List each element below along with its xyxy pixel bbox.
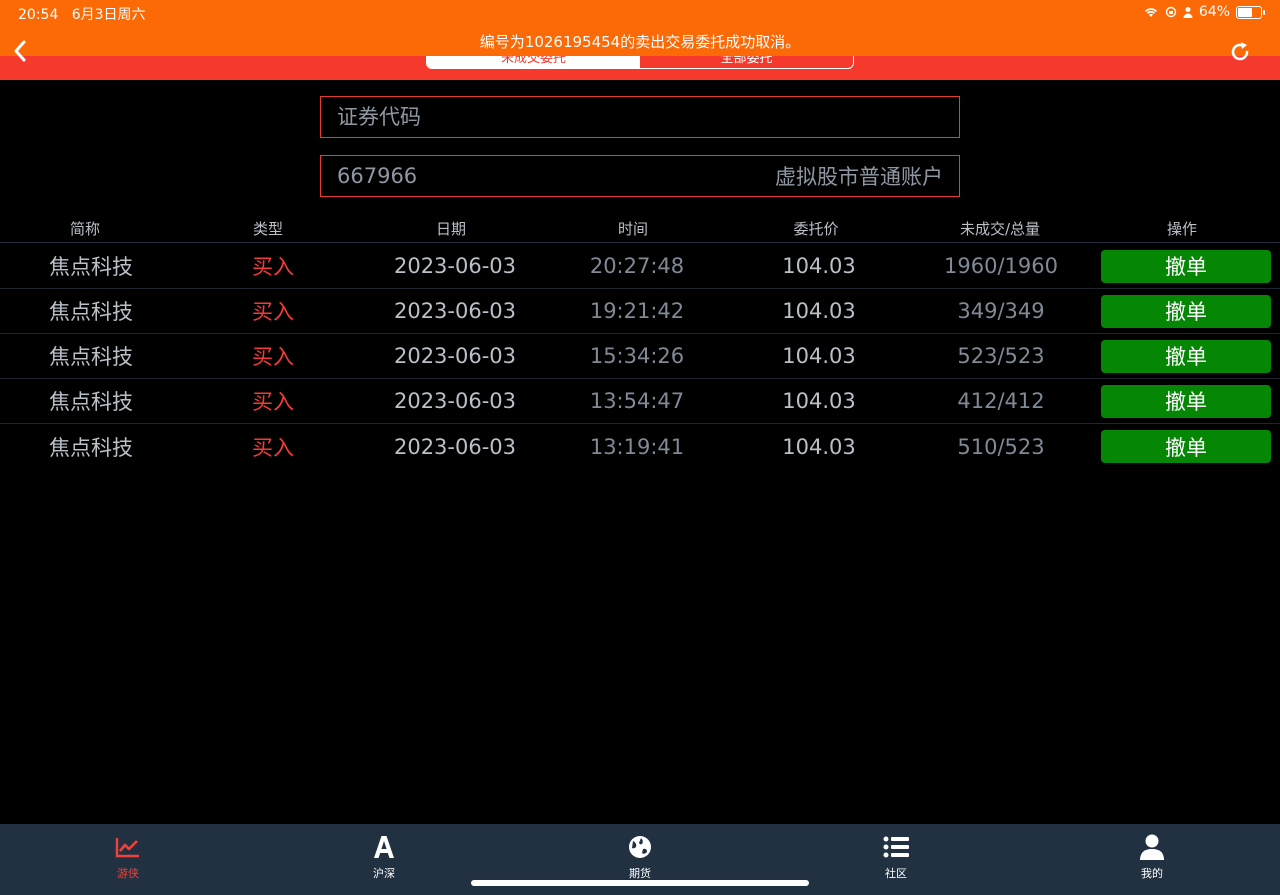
- header-action: 操作: [1166, 220, 1197, 238]
- chevron-left-icon: [14, 40, 26, 62]
- list-icon: [883, 836, 909, 858]
- order-date: 2023-06-03: [393, 389, 517, 413]
- refresh-button[interactable]: [1228, 40, 1252, 64]
- order-price: 104.03: [782, 254, 856, 278]
- header-quantity: 未成交/总量: [959, 220, 1041, 238]
- order-quantity: 523/523: [957, 344, 1045, 368]
- order-quantity: 1960/1960: [944, 254, 1058, 278]
- tab-label: 我的: [1141, 867, 1163, 880]
- order-time: 19:21:42: [589, 299, 685, 323]
- back-button[interactable]: [10, 38, 40, 68]
- account-selector[interactable]: 667966 虚拟股市普通账户: [320, 155, 960, 197]
- battery-icon: [1236, 5, 1265, 19]
- order-quantity: 510/523: [957, 434, 1045, 459]
- cancel-order-button[interactable]: 撤单: [1101, 430, 1271, 463]
- action-cell: 撤单: [1092, 294, 1280, 328]
- letter-a-icon: [374, 836, 394, 858]
- order-price: 104.03: [782, 299, 856, 323]
- toast-message: 编号为1026195454的卖出交易委托成功取消。: [479, 33, 801, 51]
- order-type: 买入: [252, 435, 294, 460]
- person-icon: [1183, 7, 1193, 18]
- order-type: 买入: [252, 390, 294, 414]
- order-type: 买入: [252, 255, 294, 279]
- order-quantity: 412/412: [957, 389, 1045, 413]
- order-price: 104.03: [782, 344, 856, 368]
- table-header: 简称 类型 日期 时间 委托价 未成交/总量 操作: [0, 216, 1280, 243]
- refresh-icon: [1231, 42, 1249, 61]
- order-date: 2023-06-03: [393, 254, 517, 278]
- table-row: 焦点科技 买入 2023-06-03 20:27:48 104.03 1960/…: [0, 244, 1280, 289]
- tab-label: 游侠: [117, 867, 139, 880]
- action-cell: 撤单: [1092, 384, 1280, 418]
- header-time: 时间: [617, 220, 648, 238]
- header-type: 类型: [252, 220, 283, 238]
- wifi-icon: [1144, 8, 1157, 17]
- order-type: 买入: [252, 300, 294, 324]
- table-row: 焦点科技 买入 2023-06-03 13:54:47 104.03 412/4…: [0, 379, 1280, 424]
- table-row: 焦点科技 买入 2023-06-03 13:19:41 104.03 510/5…: [0, 424, 1280, 469]
- header-date: 日期: [435, 220, 466, 238]
- order-time: 13:54:47: [589, 389, 685, 413]
- status-bar-time: 20:54 6月3日周六: [18, 4, 146, 24]
- status-date: 6月3日周六: [71, 7, 146, 23]
- order-date: 2023-06-03: [393, 299, 517, 323]
- status-bar-right: 64%: [1143, 4, 1265, 20]
- order-price: 104.03: [782, 389, 856, 413]
- orientation-lock-icon: [1165, 6, 1177, 18]
- line-chart-icon: [115, 838, 139, 858]
- order-time: 15:34:26: [589, 344, 685, 368]
- order-date: 2023-06-03: [393, 344, 517, 368]
- cancel-order-button[interactable]: 撤单: [1101, 384, 1271, 418]
- tab-youxia[interactable]: 游侠: [0, 824, 256, 895]
- tab-me[interactable]: 我的: [1024, 824, 1280, 895]
- tab-label: 期货: [629, 867, 651, 880]
- header-name: 简称: [69, 220, 100, 238]
- order-price: 104.03: [782, 434, 856, 459]
- account-type: 虚拟股市普通账户: [775, 165, 943, 189]
- order-date: 2023-06-03: [393, 434, 517, 459]
- order-type: 买入: [252, 345, 294, 369]
- cancel-order-button[interactable]: 撤单: [1101, 294, 1271, 328]
- action-cell: 撤单: [1092, 249, 1280, 283]
- order-time: 13:19:41: [589, 434, 685, 459]
- stock-name: 焦点科技: [49, 435, 133, 460]
- cancel-order-button[interactable]: 撤单: [1101, 339, 1271, 373]
- battery-level: [1238, 7, 1253, 17]
- header-price: 委托价: [793, 220, 839, 238]
- security-code-field: [320, 96, 960, 138]
- globe-icon: [629, 836, 651, 858]
- action-cell: 撤单: [1092, 430, 1280, 463]
- stock-name: 焦点科技: [49, 255, 133, 279]
- account-number: 667966: [337, 164, 418, 188]
- order-quantity: 349/349: [957, 299, 1045, 323]
- user-icon: [1140, 834, 1164, 860]
- table-row: 焦点科技 买入 2023-06-03 19:21:42 104.03 349/3…: [0, 289, 1280, 334]
- stock-name: 焦点科技: [49, 300, 133, 324]
- table-row: 焦点科技 买入 2023-06-03 15:34:26 104.03 523/5…: [0, 334, 1280, 379]
- cancel-order-button[interactable]: 撤单: [1101, 249, 1271, 283]
- action-cell: 撤单: [1092, 339, 1280, 373]
- stock-name: 焦点科技: [49, 345, 133, 369]
- order-time: 20:27:48: [589, 254, 685, 278]
- tab-label: 沪深: [373, 867, 395, 880]
- status-time: 20:54: [18, 7, 59, 23]
- home-indicator[interactable]: [471, 880, 809, 886]
- stock-name: 焦点科技: [49, 390, 133, 414]
- tab-label: 社区: [885, 867, 907, 880]
- security-code-input[interactable]: [337, 105, 943, 129]
- battery-percent: 64%: [1198, 4, 1230, 20]
